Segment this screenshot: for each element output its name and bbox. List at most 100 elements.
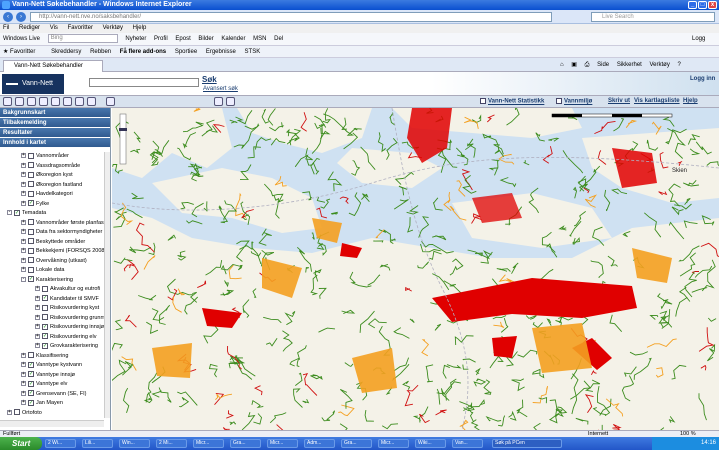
minimize-button[interactable]: _ xyxy=(688,1,697,9)
tree-item[interactable]: + Risikovurdering grunnvann xyxy=(35,314,104,323)
taskbar-task-button[interactable]: 2 Mi... xyxy=(156,439,187,448)
advanced-search-link[interactable]: Avansert søk xyxy=(203,86,238,92)
tree-item[interactable]: + Havdelkategori xyxy=(21,190,73,199)
tree-expander-icon[interactable]: + xyxy=(21,162,26,168)
tree-expander-icon[interactable]: + xyxy=(21,381,26,387)
taskbar-task-button[interactable]: Gra... xyxy=(341,439,372,448)
layer-checkbox[interactable]: ✓ xyxy=(28,399,34,406)
layer-checkbox[interactable] xyxy=(42,285,48,292)
tree-item[interactable]: + Bekkekjemi (FORSQS 2008) xyxy=(21,247,104,256)
taskbar-task-button[interactable]: Van... xyxy=(452,439,483,448)
draw-icon[interactable] xyxy=(226,97,235,106)
tree-expander-icon[interactable]: + xyxy=(21,172,26,178)
layer-list-link[interactable]: Vis kartlagsliste xyxy=(634,98,680,104)
favorites-button[interactable]: ★ Favoritter xyxy=(3,49,42,55)
layer-checkbox[interactable]: ✓ xyxy=(28,361,34,368)
tree-item[interactable]: + ✓ Grensevann (SE, FI) xyxy=(21,390,86,399)
tree-item[interactable]: + Lokale data xyxy=(21,266,64,275)
tree-item[interactable]: + ✓ Risikovurdering innsjø xyxy=(35,323,104,332)
cmd-page[interactable]: Side xyxy=(597,62,609,68)
layer-checkbox[interactable] xyxy=(28,266,34,273)
layer-checkbox[interactable]: ✓ xyxy=(42,342,48,349)
layer-checkbox[interactable] xyxy=(42,314,48,321)
tree-item[interactable]: + ✓ Risikovurdering elv xyxy=(35,333,96,342)
layer-checkbox[interactable]: ✓ xyxy=(28,371,34,378)
tree-expander-icon[interactable]: + xyxy=(21,181,26,187)
layer-checkbox[interactable]: ✓ xyxy=(42,295,48,302)
print-link[interactable]: Skriv ut xyxy=(608,98,630,104)
zoom-slider[interactable] xyxy=(119,113,127,165)
forward-button[interactable]: › xyxy=(16,12,26,22)
vannmiljo-checkbox[interactable]: Vannmiljø xyxy=(556,98,592,105)
login-link[interactable]: Logg inn xyxy=(690,76,715,82)
close-window-button[interactable]: x xyxy=(708,1,717,9)
taskbar-task-button[interactable]: Wiki... xyxy=(415,439,446,448)
layer-checkbox[interactable]: ✓ xyxy=(28,380,34,387)
tree-horizontal-scrollbar[interactable] xyxy=(0,420,104,427)
layer-checkbox[interactable] xyxy=(28,228,34,235)
layer-checkbox[interactable] xyxy=(28,219,34,226)
tree-item[interactable]: + Vannområder første planfase xyxy=(21,219,104,228)
tree-item[interactable]: + ✓ Jan Mayen xyxy=(21,399,63,408)
tree-expander-icon[interactable]: + xyxy=(21,200,26,206)
menu-favorites[interactable]: Favoritter xyxy=(68,25,93,31)
layer-checkbox[interactable] xyxy=(28,352,34,359)
menu-view[interactable]: Vis xyxy=(50,25,58,31)
taskbar-task-button[interactable]: Micr... xyxy=(267,439,298,448)
zoom-out-icon[interactable] xyxy=(15,97,24,106)
search-button[interactable]: Søk xyxy=(202,75,217,84)
layer-checkbox[interactable] xyxy=(28,190,34,197)
tree-expander-icon[interactable]: + xyxy=(21,238,26,244)
tree-item[interactable]: + Risikovurdering kyst xyxy=(35,304,99,313)
layer-checkbox[interactable]: ✓ xyxy=(42,323,48,330)
feeds-icon[interactable]: ▣ xyxy=(571,62,577,68)
layer-checkbox[interactable]: ✓ xyxy=(14,209,20,216)
tree-expander-icon[interactable]: + xyxy=(21,257,26,263)
tree-expander-icon[interactable]: + xyxy=(21,267,26,273)
address-input[interactable]: http://vann-nett.nve.no/saksbehandler/ xyxy=(30,12,552,22)
layer-checkbox[interactable] xyxy=(28,247,34,254)
tree-expander-icon[interactable]: + xyxy=(7,409,12,415)
fav-link-1[interactable]: Skreddersy xyxy=(51,49,81,55)
layer-checkbox[interactable] xyxy=(28,257,34,264)
desktop-search-input[interactable]: Søk på PCen xyxy=(492,439,562,448)
tree-item[interactable]: + ✓ Vanntype kystvann xyxy=(21,361,82,370)
toolbar-msn[interactable]: MSN xyxy=(253,36,266,42)
help-link[interactable]: Hjelp xyxy=(683,98,698,104)
toolbar-share[interactable]: Del xyxy=(274,36,283,42)
taskbar-task-button[interactable]: Micr... xyxy=(378,439,409,448)
layer-checkbox[interactable] xyxy=(28,152,34,159)
tree-expander-icon[interactable]: + xyxy=(21,352,26,358)
toolbar-news[interactable]: Nyheter xyxy=(125,36,146,42)
layer-checkbox[interactable] xyxy=(14,409,20,416)
tree-expander-icon[interactable]: + xyxy=(21,400,26,406)
tree-item[interactable]: + ✓ Grovkarakterisering xyxy=(35,342,98,351)
info-icon[interactable] xyxy=(75,97,84,106)
layer-checkbox[interactable] xyxy=(28,181,34,188)
tree-item[interactable]: + Vannområder xyxy=(21,152,69,161)
taskbar-task-button[interactable]: Win... xyxy=(119,439,150,448)
tree-item[interactable]: + Data fra sektormyndigheter xyxy=(21,228,102,237)
layer-checkbox[interactable]: ✓ xyxy=(28,390,34,397)
menu-edit[interactable]: Rediger xyxy=(19,25,40,31)
tree-expander-icon[interactable]: + xyxy=(21,390,26,396)
section-map-contents[interactable]: Innhold i kartet xyxy=(0,138,110,148)
tree-expander-icon[interactable]: + xyxy=(35,295,40,301)
tree-expander-icon[interactable]: + xyxy=(35,333,40,339)
tree-expander-icon[interactable]: + xyxy=(35,314,40,320)
fav-link-5[interactable]: Ergebnisse xyxy=(206,49,236,55)
fav-link-4[interactable]: Sportiee xyxy=(175,49,197,55)
zoom-in-icon[interactable] xyxy=(3,97,12,106)
tree-expander-icon[interactable]: + xyxy=(21,153,26,159)
taskbar-task-button[interactable]: Lili... xyxy=(82,439,113,448)
tab-vann-nett[interactable]: Vann-Nett Søkebehandler xyxy=(3,60,103,72)
tree-expander-icon[interactable]: + xyxy=(35,286,40,292)
tree-item[interactable]: + ✓ Vanntype innsjø xyxy=(21,371,75,380)
tree-item[interactable]: + ✓ Fylke xyxy=(21,200,49,209)
map-canvas[interactable]: Skien xyxy=(112,108,719,430)
select-icon[interactable] xyxy=(214,97,223,106)
section-basemap[interactable]: Bakgrunnskart xyxy=(0,108,110,118)
tree-expander-icon[interactable]: - xyxy=(21,276,26,282)
tree-expander-icon[interactable]: - xyxy=(7,210,12,216)
menu-tools[interactable]: Verktøy xyxy=(103,25,123,31)
